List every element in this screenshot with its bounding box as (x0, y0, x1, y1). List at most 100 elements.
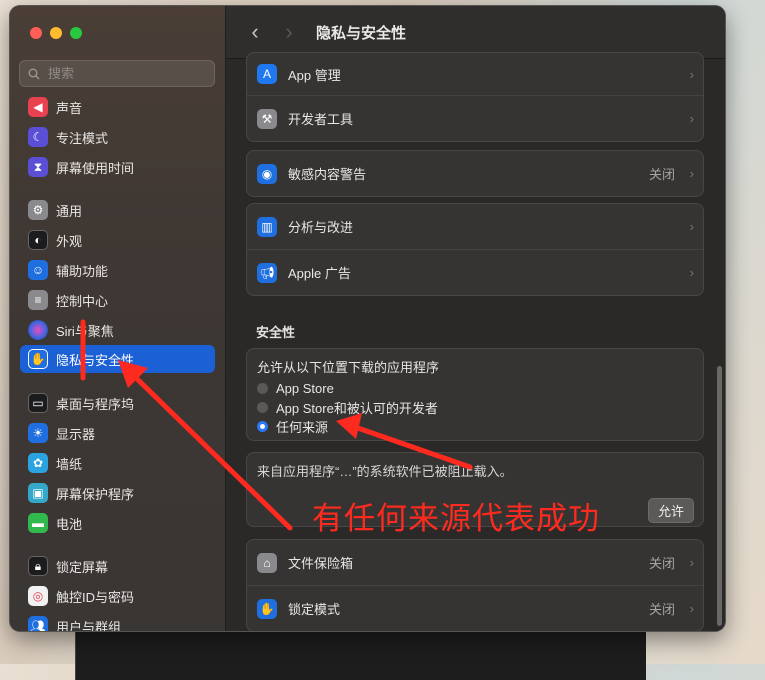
appearance-icon: ◐ (28, 230, 48, 250)
chevron-right-icon: › (689, 219, 694, 234)
chevron-right-icon: › (689, 111, 694, 126)
siri-icon (28, 320, 48, 340)
row-label: 分析与改进 (288, 220, 354, 235)
sidebar-item-appearance[interactable]: ◐ 外观 (20, 227, 215, 253)
zoom-button[interactable] (70, 27, 82, 39)
radio-label: App Store (276, 381, 334, 396)
settings-group-sensitive: ◉ 敏感内容警告 关闭 › (246, 150, 704, 197)
row-label: 文件保险箱 (288, 556, 354, 571)
radio-button[interactable] (257, 402, 268, 413)
radio-anywhere[interactable]: 任何来源 (257, 417, 693, 436)
sidebar-item-general[interactable]: ⚙ 通用 (20, 197, 215, 223)
sidebar-item-lock-screen[interactable]: 🔒︎ 锁定屏幕 (20, 553, 215, 579)
sidebar-item-desktop-dock[interactable]: ▭ 桌面与程序坞 (20, 390, 215, 416)
sidebar-item-label: 锁定屏幕 (56, 559, 109, 575)
row-apple-ads[interactable]: 📢︎ Apple 广告 › (247, 249, 703, 295)
sidebar-item-control-center[interactable]: ≡ 控制中心 (20, 287, 215, 313)
row-label: 开发者工具 (288, 112, 354, 127)
chevron-right-icon: › (689, 601, 694, 616)
download-prompt: 允许从以下位置下载的应用程序 (257, 360, 440, 375)
hourglass-icon: ⧗ (28, 157, 48, 177)
row-label: Apple 广告 (288, 266, 351, 281)
sidebar-item-siri[interactable]: Siri与聚焦 (20, 317, 215, 343)
sidebar-item-label: 触控ID与密码 (56, 589, 135, 605)
lock-icon: 🔒︎ (28, 556, 48, 576)
radio-button[interactable] (257, 383, 268, 394)
sidebar-item-label: Siri与聚焦 (56, 323, 114, 339)
row-value: 关闭 (648, 602, 675, 617)
sidebar-item-label: 隐私与安全性 (56, 352, 135, 368)
flower-icon: ✿ (28, 453, 48, 473)
row-analytics[interactable]: ▥ 分析与改进 › (247, 204, 703, 249)
gear-icon: ⚙ (28, 200, 48, 220)
blocked-software-message: 来自应用程序“…”的系统软件已被阻止载入。 (257, 464, 513, 479)
section-title-security: 安全性 (256, 325, 296, 340)
row-value: 关闭 (648, 167, 675, 182)
download-source-group: 允许从以下位置下载的应用程序 App Store App Store和被认可的开… (246, 348, 704, 441)
forward-button[interactable]: › (272, 19, 306, 45)
sidebar-item-label: 通用 (56, 203, 83, 219)
moon-icon: ☾ (28, 127, 48, 147)
sidebar-item-screensaver[interactable]: ▣ 屏幕保护程序 (20, 480, 215, 506)
vault-icon: ⌂ (257, 552, 277, 573)
sidebar-item-displays[interactable]: ☀ 显示器 (20, 420, 215, 446)
sidebar-item-label: 控制中心 (56, 293, 109, 309)
sidebar-item-label: 专注模式 (56, 130, 109, 146)
close-button[interactable] (30, 27, 42, 39)
sidebar-item-label: 外观 (56, 233, 83, 249)
window-controls (30, 27, 82, 39)
radio-label: App Store和被认可的开发者 (276, 401, 438, 416)
sidebar: ◀ 声音 ☾ 专注模式 ⧗ 屏幕使用时间 ⚙ 通用 ◐ 外观 ☺ 辅助功能 ≡ … (10, 6, 226, 631)
radio-app-store-developers[interactable]: App Store和被认可的开发者 (257, 398, 693, 417)
row-sensitive-content[interactable]: ◉ 敏感内容警告 关闭 › (247, 151, 703, 196)
control-center-icon: ≡ (28, 290, 48, 310)
sidebar-item-label: 电池 (56, 516, 83, 532)
screensaver-icon: ▣ (28, 483, 48, 503)
allow-button[interactable]: 允许 (647, 498, 694, 523)
sidebar-item-users[interactable]: 👥︎ 用户与群组 (20, 613, 215, 631)
sidebar-item-label: 桌面与程序坞 (56, 396, 135, 412)
sun-icon: ☀ (28, 423, 48, 443)
row-lockdown-mode[interactable]: ✋ 锁定模式 关闭 › (247, 585, 703, 631)
search-field[interactable] (19, 60, 215, 87)
sidebar-item-label: 用户与群组 (56, 619, 122, 632)
sidebar-item-label: 屏幕保护程序 (56, 486, 135, 502)
annotation-text: 有任何来源代表成功 (312, 501, 600, 536)
radio-app-store[interactable]: App Store (257, 379, 693, 398)
chevron-right-icon: › (689, 265, 694, 280)
sidebar-item-sound[interactable]: ◀ 声音 (20, 94, 215, 120)
accessibility-icon: ☺ (28, 260, 48, 280)
row-developer-tools[interactable]: ⚒ 开发者工具 › (247, 95, 703, 141)
sidebar-item-label: 辅助功能 (56, 263, 109, 279)
users-icon: 👥︎ (28, 616, 48, 631)
hand-icon: ✋ (28, 349, 48, 369)
sidebar-item-focus[interactable]: ☾ 专注模式 (20, 124, 215, 150)
back-button[interactable]: ‹ (238, 19, 272, 45)
minimize-button[interactable] (50, 27, 62, 39)
search-icon (28, 68, 40, 79)
sidebar-item-accessibility[interactable]: ☺ 辅助功能 (20, 257, 215, 283)
row-label: 锁定模式 (288, 602, 341, 617)
settings-group-vault: ⌂ 文件保险箱 关闭 › ✋ 锁定模式 关闭 › (246, 539, 704, 631)
sidebar-item-privacy[interactable]: ✋ 隐私与安全性 (20, 345, 215, 373)
sidebar-item-battery[interactable]: ▬ 电池 (20, 510, 215, 536)
sidebar-item-wallpaper[interactable]: ✿ 墙纸 (20, 450, 215, 476)
sidebar-item-label: 声音 (56, 100, 83, 116)
radio-button-selected[interactable] (257, 421, 268, 432)
search-input[interactable] (46, 65, 200, 82)
chart-icon: ▥ (257, 216, 277, 237)
settings-group-analytics: ▥ 分析与改进 › 📢︎ Apple 广告 › (246, 203, 704, 296)
sidebar-item-touch-id[interactable]: ◎ 触控ID与密码 (20, 583, 215, 609)
megaphone-icon: 📢︎ (257, 262, 277, 283)
scrollbar[interactable] (717, 366, 722, 626)
sidebar-item-screen-time[interactable]: ⧗ 屏幕使用时间 (20, 154, 215, 180)
hammer-icon: ⚒ (257, 108, 277, 129)
chevron-right-icon: › (689, 166, 694, 181)
fingerprint-icon: ◎ (28, 586, 48, 606)
dock-icon: ▭ (28, 393, 48, 413)
row-app-management[interactable]: A App 管理 › (247, 53, 703, 95)
sidebar-item-label: 墙纸 (56, 456, 83, 472)
row-value: 关闭 (648, 556, 675, 571)
row-label: App 管理 (288, 67, 341, 83)
row-filevault[interactable]: ⌂ 文件保险箱 关闭 › (247, 540, 703, 585)
